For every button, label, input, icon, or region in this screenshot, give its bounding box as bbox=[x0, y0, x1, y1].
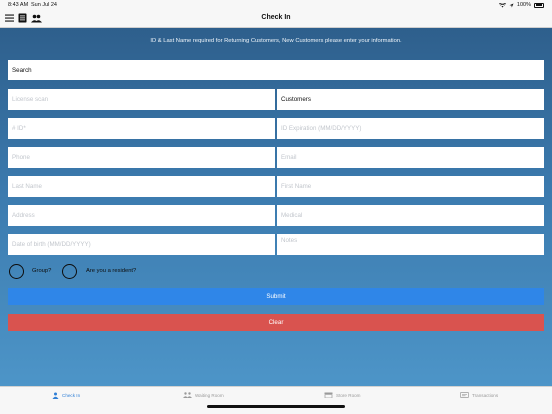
tab-label: Waiting Room bbox=[195, 392, 224, 398]
resident-label: Are you a resident? bbox=[86, 268, 137, 274]
search-input[interactable]: Search bbox=[8, 60, 544, 80]
id-expiration-input[interactable]: ID Expiration (MM/DD/YYYY) bbox=[277, 118, 544, 139]
instructions-text: ID & Last Name required for Returning Cu… bbox=[150, 38, 402, 44]
tab-waiting-room[interactable]: Waiting Room bbox=[183, 392, 224, 398]
receipt-icon bbox=[460, 392, 469, 398]
status-bar: 8:43 AM Sun Jul 24 100% bbox=[0, 0, 552, 10]
submit-button[interactable]: Submit bbox=[8, 288, 544, 305]
tab-store-room[interactable]: Store Room bbox=[324, 392, 361, 398]
tab-bar: Check In Waiting Room Store Room Transac… bbox=[0, 386, 552, 414]
first-name-input[interactable]: First Name bbox=[277, 176, 544, 197]
id-number-input[interactable]: # ID* bbox=[8, 118, 275, 139]
wifi-icon bbox=[498, 2, 506, 7]
people-icon bbox=[183, 392, 192, 398]
last-name-input[interactable]: Last Name bbox=[8, 176, 275, 197]
home-indicator[interactable] bbox=[207, 405, 345, 408]
navigation-bar: Check In bbox=[0, 10, 552, 28]
store-icon bbox=[324, 392, 333, 398]
page-title: Check In bbox=[261, 14, 291, 21]
address-input[interactable]: Address bbox=[8, 205, 275, 226]
location-arrow-icon bbox=[509, 3, 514, 7]
email-input[interactable]: Email bbox=[277, 147, 544, 168]
date-of-birth-input[interactable]: Date of birth (MM/DD/YYYY) bbox=[8, 234, 275, 255]
group-label: Group? bbox=[32, 268, 52, 274]
tab-label: Transactions bbox=[472, 392, 499, 398]
status-time: 8:43 AM bbox=[8, 2, 29, 8]
status-date: Sun Jul 24 bbox=[31, 2, 57, 8]
customer-type-select[interactable]: Customers bbox=[277, 89, 544, 110]
notes-textarea[interactable]: Notes bbox=[277, 234, 544, 255]
tab-label: Check In bbox=[62, 393, 81, 398]
check-in-form-area: ID & Last Name required for Returning Cu… bbox=[0, 28, 552, 386]
status-indicators: 100% bbox=[498, 2, 544, 8]
medical-input[interactable]: Medical bbox=[277, 205, 544, 226]
tab-label: Store Room bbox=[336, 392, 361, 398]
license-scan-input[interactable]: License scan bbox=[8, 89, 275, 110]
group-radio[interactable] bbox=[9, 264, 24, 279]
phone-input[interactable]: Phone bbox=[8, 147, 275, 168]
tab-transactions[interactable]: Transactions bbox=[460, 392, 498, 398]
battery-percent: 100% bbox=[516, 2, 531, 8]
person-icon bbox=[52, 392, 59, 399]
clear-button[interactable]: Clear bbox=[8, 314, 544, 331]
battery-icon bbox=[534, 2, 544, 8]
tab-check-in[interactable]: Check In bbox=[52, 392, 80, 399]
resident-radio[interactable] bbox=[62, 264, 77, 279]
